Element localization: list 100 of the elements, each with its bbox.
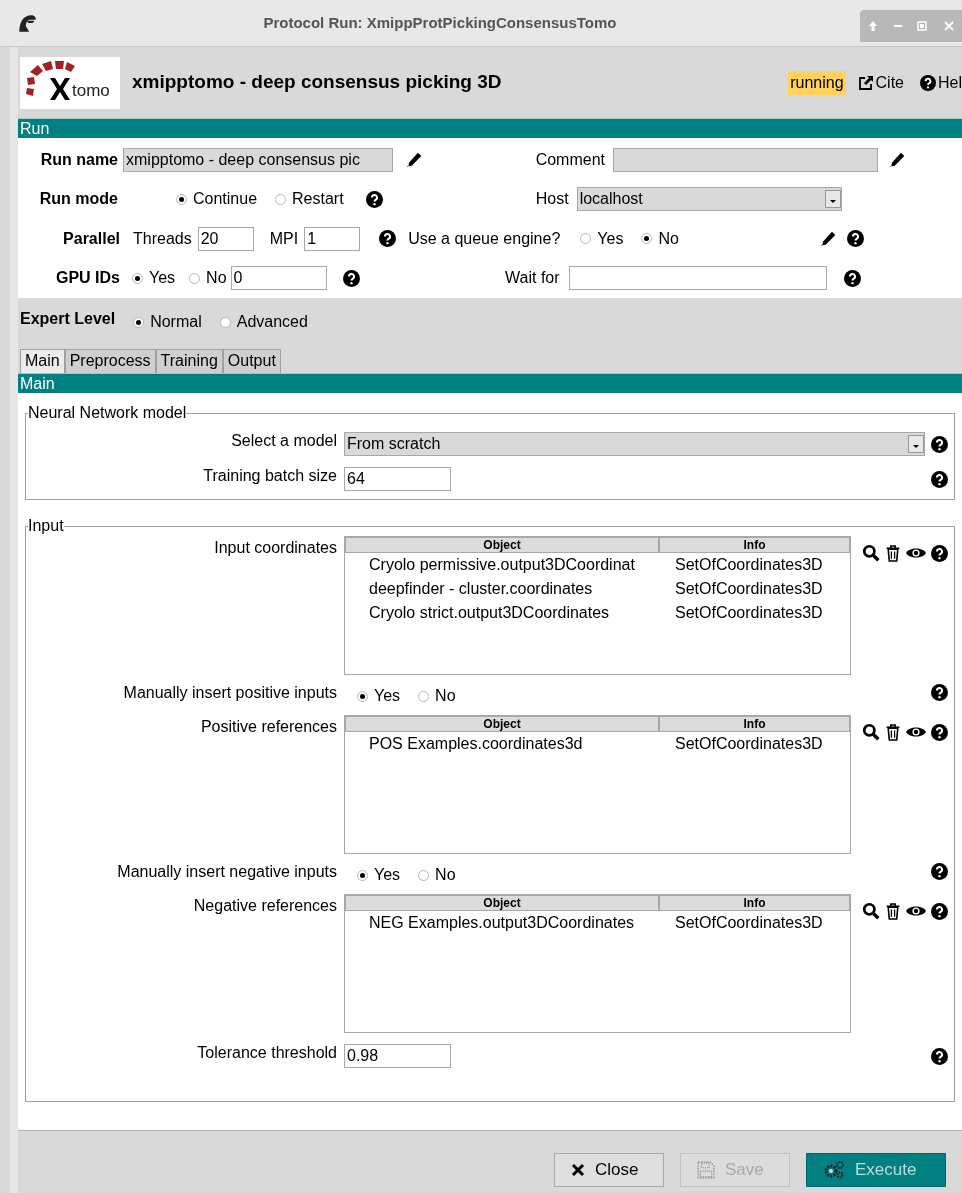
mpi-field[interactable]: 1 — [304, 226, 361, 251]
field-label: Wait for — [504, 268, 560, 289]
threads-field[interactable]: 20 — [197, 226, 254, 251]
help-icon[interactable] — [846, 230, 864, 248]
parameter-label: Training batch size — [202, 466, 337, 486]
search-icon[interactable] — [862, 723, 880, 741]
radio-label: No — [658, 228, 679, 249]
group-title: Input — [28, 518, 64, 534]
help-icon[interactable] — [365, 190, 383, 208]
help-icon[interactable] — [931, 723, 948, 741]
search-icon[interactable] — [862, 902, 880, 920]
field-label: Expert Level — [20, 309, 116, 329]
radio-label: No — [206, 268, 227, 289]
external-link-icon — [857, 74, 874, 91]
help-icon[interactable] — [931, 863, 948, 880]
field-label: GPU IDs — [55, 268, 120, 289]
group-title: Neural Network model — [28, 405, 187, 421]
help-icon[interactable] — [931, 1048, 948, 1065]
field-label: Threads — [133, 228, 192, 249]
radio-button[interactable] — [641, 233, 653, 245]
pencil-icon[interactable] — [888, 150, 906, 169]
parameter-label: Tolerance threshold — [196, 1043, 337, 1063]
gpu-ids-field[interactable]: 0 — [230, 266, 327, 291]
trash-icon[interactable] — [885, 902, 901, 920]
radio-label: No — [435, 865, 456, 885]
maximize-arrow-icon — [867, 20, 880, 32]
close-icon — [571, 1163, 585, 1177]
column-header[interactable]: Info — [659, 895, 850, 911]
search-icon[interactable] — [862, 544, 880, 562]
trash-icon[interactable] — [885, 723, 901, 741]
window-title: Protocol Run: XmippProtPickingConsensusTomo — [262, 12, 618, 33]
radio-button[interactable] — [176, 193, 187, 205]
help-icon[interactable] — [931, 544, 948, 562]
radio-button[interactable] — [357, 869, 368, 881]
column-header[interactable]: Object — [345, 895, 659, 911]
trash-icon[interactable] — [885, 544, 901, 562]
table-cell-text: POS Examples.coordinates3d — [368, 734, 584, 754]
column-header[interactable]: Info — [659, 537, 850, 553]
radio-button[interactable] — [418, 869, 430, 881]
table-cell-text: SetOfCoordinates3D — [674, 579, 824, 599]
radio-button[interactable] — [133, 316, 145, 328]
table-cell-text: SetOfCoordinates3D — [674, 913, 824, 933]
radio-button[interactable] — [580, 233, 592, 245]
column-header[interactable]: Object — [345, 716, 659, 732]
object-list[interactable]: Object Info POS Examples.coordinates3d SetOfCoordinates3D — [344, 715, 851, 854]
help-icon[interactable] — [931, 471, 948, 488]
help-icon[interactable] — [931, 436, 948, 453]
help-link[interactable]: Hel — [920, 70, 962, 95]
column-header[interactable]: Object — [345, 537, 659, 553]
caret-icon — [908, 435, 924, 453]
floppy-icon — [697, 1161, 715, 1179]
radio-label: Yes — [149, 268, 176, 289]
input-field[interactable]: 0.98 — [344, 1044, 451, 1068]
radio-button[interactable] — [357, 690, 368, 702]
tab[interactable]: Preprocess — [64, 349, 156, 373]
table-cell-text: Cryolo permissive.output3DCoordinat — [368, 555, 636, 575]
comment-field[interactable] — [613, 147, 878, 172]
field-label: Run mode — [38, 189, 118, 210]
help-icon[interactable] — [931, 684, 948, 701]
wait-for-field[interactable] — [568, 266, 827, 291]
tab[interactable]: Training — [155, 349, 223, 373]
parameter-label: Manually insert negative inputs — [116, 862, 337, 882]
radio-button[interactable] — [219, 316, 231, 328]
pencil-icon[interactable] — [818, 229, 837, 248]
radio-button[interactable] — [418, 690, 430, 702]
close-button[interactable]: Close — [554, 1153, 664, 1187]
object-list[interactable]: Object Info NEG Examples.output3DCoordinates SetOfCoordinates3D — [344, 894, 851, 1033]
input-field[interactable]: 64 — [344, 467, 451, 491]
radio-label: No — [435, 686, 456, 706]
object-list[interactable]: Object Info Cryolo permissive.output3DCoordinat SetOfCoordinates3D deepfinder - cluster.coordinates SetOfCoordinates3D Cryolo strict.output3DCoordinates SetOfCoordinates3D — [344, 536, 851, 675]
parameter-label: Manually insert positive inputs — [122, 683, 337, 703]
model-dropdown[interactable]: From scratch — [344, 432, 925, 456]
run-name-field[interactable]: xmipptomo - deep consensus pic — [123, 147, 393, 172]
help-icon[interactable] — [379, 230, 397, 248]
radio-label: Yes — [374, 865, 401, 885]
tab[interactable]: Output — [222, 349, 281, 373]
help-icon[interactable] — [342, 269, 360, 287]
field-label: Run name — [39, 149, 118, 170]
help-icon[interactable] — [843, 269, 861, 287]
helmet-icon — [16, 12, 38, 34]
field-label: Comment — [534, 149, 605, 170]
radio-button[interactable] — [132, 272, 143, 284]
gears-icon — [823, 1160, 845, 1180]
help-icon[interactable] — [931, 902, 948, 920]
radio-label: Normal — [150, 312, 202, 332]
radio-button[interactable] — [275, 193, 287, 205]
table-cell-text: deepfinder - cluster.coordinates — [368, 579, 594, 599]
radio-label: Advanced — [236, 312, 308, 332]
host-dropdown[interactable]: localhost — [576, 187, 842, 212]
field-label: Host — [534, 189, 569, 210]
table-cell-text: SetOfCoordinates3D — [674, 603, 824, 623]
pencil-icon[interactable] — [405, 150, 423, 169]
parameter-label: Input coordinates — [213, 538, 337, 558]
radio-label: Yes — [374, 686, 401, 706]
field-label: Use a queue engine? — [408, 228, 561, 249]
cite-link[interactable]: Cite — [857, 70, 904, 95]
column-header[interactable]: Info — [659, 716, 850, 732]
tab[interactable]: Main — [20, 349, 65, 373]
radio-button[interactable] — [189, 272, 201, 284]
logo-text: tomo — [72, 79, 110, 102]
